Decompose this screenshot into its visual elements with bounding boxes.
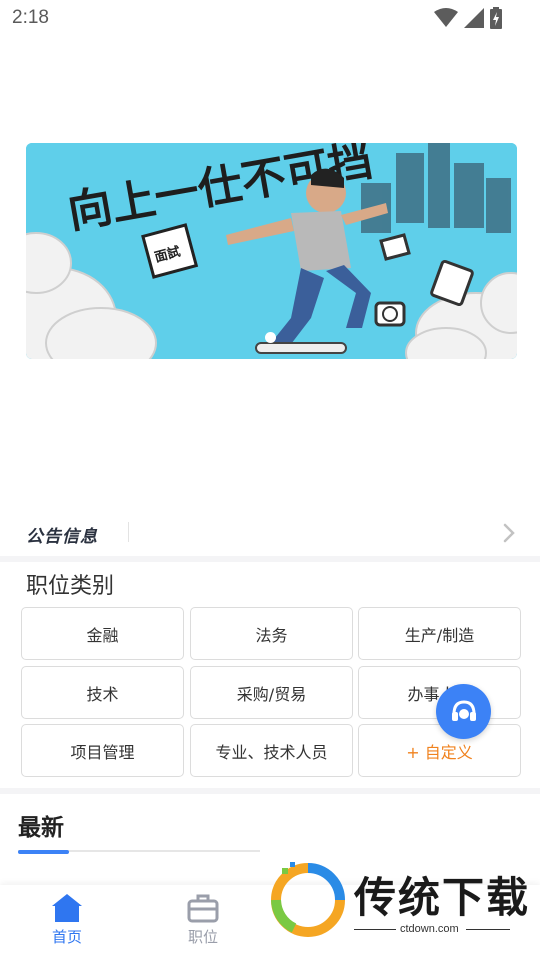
notice-bar[interactable]: 公告信息	[0, 514, 540, 554]
category-purchasing[interactable]: 采购/贸易	[190, 666, 353, 719]
notice-divider	[128, 522, 129, 542]
section-divider-2	[0, 788, 540, 794]
watermark-line-left	[354, 929, 396, 930]
tab-home[interactable]: 首页	[22, 893, 112, 947]
headset-icon	[451, 699, 476, 721]
tab-jobs[interactable]: 职位	[158, 893, 248, 947]
category-title: 职位类别	[26, 574, 115, 599]
battery-charging-icon	[490, 7, 502, 29]
banner-illustration: 向上一仕不可挡 面試	[26, 143, 517, 359]
section-divider	[0, 556, 540, 562]
chevron-right-icon[interactable]	[502, 522, 516, 544]
notice-logo: 公告信息	[26, 527, 98, 547]
category-project-management[interactable]: 项目管理	[21, 724, 184, 777]
watermark: 传统下载 ctdown.com	[268, 862, 530, 940]
banner-image[interactable]: 向上一仕不可挡 面試	[26, 143, 517, 359]
watermark-url: ctdown.com	[400, 923, 459, 935]
watermark-logo	[271, 862, 345, 937]
category-professional[interactable]: 专业、技术人员	[190, 724, 353, 777]
tab-home-label: 首页	[51, 928, 82, 946]
customer-service-button[interactable]	[436, 684, 491, 739]
status-icons	[434, 7, 502, 29]
watermark-line-right	[466, 929, 510, 930]
signal-icon	[464, 8, 484, 28]
banner-indicator-dot[interactable]	[265, 332, 276, 343]
category-custom-button[interactable]: + 自定义	[358, 724, 521, 777]
watermark-text: 传统下载	[354, 873, 531, 922]
latest-title[interactable]: 最新	[18, 808, 64, 842]
status-time: 2:18	[12, 7, 49, 28]
wifi-icon	[434, 8, 458, 27]
status-bar: 2:18	[0, 0, 540, 36]
category-manufacturing[interactable]: 生产/制造	[358, 607, 521, 660]
category-tech[interactable]: 技术	[21, 666, 184, 719]
category-finance[interactable]: 金融	[21, 607, 184, 660]
tab-jobs-label: 职位	[187, 928, 218, 946]
category-legal[interactable]: 法务	[190, 607, 353, 660]
latest-tab-indicator	[18, 850, 69, 854]
briefcase-icon	[187, 894, 219, 923]
home-icon	[52, 894, 82, 922]
